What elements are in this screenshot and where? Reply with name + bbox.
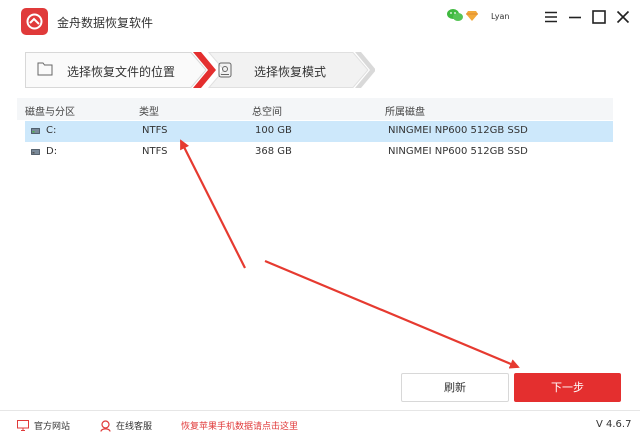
vip-diamond-icon[interactable]: [466, 10, 478, 21]
user-name[interactable]: Lyan: [491, 12, 509, 21]
partition-size: 100 GB: [255, 125, 292, 136]
menu-icon[interactable]: [542, 8, 560, 26]
next-button[interactable]: 下一步: [514, 373, 621, 402]
monitor-icon: [17, 420, 29, 431]
online-support-label: 在线客服: [116, 422, 153, 432]
table-row[interactable]: D: NTFS 368 GB NINGMEI NP600 512GB SSD: [25, 142, 613, 163]
drive-icon: [31, 149, 40, 155]
folder-icon: [37, 62, 53, 76]
drive-icon: [31, 128, 40, 134]
step-2-label: 选择恢复模式: [254, 65, 327, 79]
partition-size: 368 GB: [255, 146, 292, 157]
step-1-label: 选择恢复文件的位置: [67, 65, 176, 79]
partition-type: NTFS: [142, 125, 168, 136]
refresh-button[interactable]: 刷新: [401, 373, 509, 402]
official-website-label: 官方网站: [34, 422, 71, 432]
partition-disk: NINGMEI NP600 512GB SSD: [388, 146, 528, 157]
partition-disk: NINGMEI NP600 512GB SSD: [388, 125, 528, 136]
partition-name: D:: [46, 146, 58, 157]
partition-name: C:: [46, 125, 57, 136]
step-bar: 选择恢复文件的位置 选择恢复模式: [25, 52, 375, 88]
close-icon[interactable]: [614, 8, 632, 26]
disk-mode-icon: [218, 62, 232, 78]
table-header: 磁盘与分区 类型 总空间 所属磁盘: [17, 98, 613, 120]
footer: 官方网站 在线客服 恢复苹果手机数据请点击这里 V 4.6.7: [0, 410, 640, 439]
minimize-icon[interactable]: [566, 8, 584, 26]
header-size[interactable]: 总空间: [252, 103, 282, 118]
iphone-recovery-link[interactable]: 恢复苹果手机数据请点击这里: [181, 419, 298, 432]
header-partition[interactable]: 磁盘与分区: [25, 103, 75, 118]
official-website-link[interactable]: 官方网站: [17, 419, 70, 432]
app-title: 金舟数据恢复软件: [57, 16, 154, 30]
online-support-link[interactable]: 在线客服: [100, 419, 152, 432]
title-bar: 金舟数据恢复软件 Lyan: [0, 0, 640, 36]
wechat-icon[interactable]: [447, 8, 463, 22]
header-disk[interactable]: 所属磁盘: [385, 103, 425, 118]
table-row[interactable]: C: NTFS 100 GB NINGMEI NP600 512GB SSD: [25, 121, 613, 142]
app-logo-icon: [21, 8, 48, 35]
headset-icon: [100, 419, 111, 432]
partition-type: NTFS: [142, 146, 168, 157]
header-type[interactable]: 类型: [139, 103, 159, 118]
version-label: V 4.6.7: [596, 419, 632, 430]
maximize-icon[interactable]: [590, 8, 608, 26]
